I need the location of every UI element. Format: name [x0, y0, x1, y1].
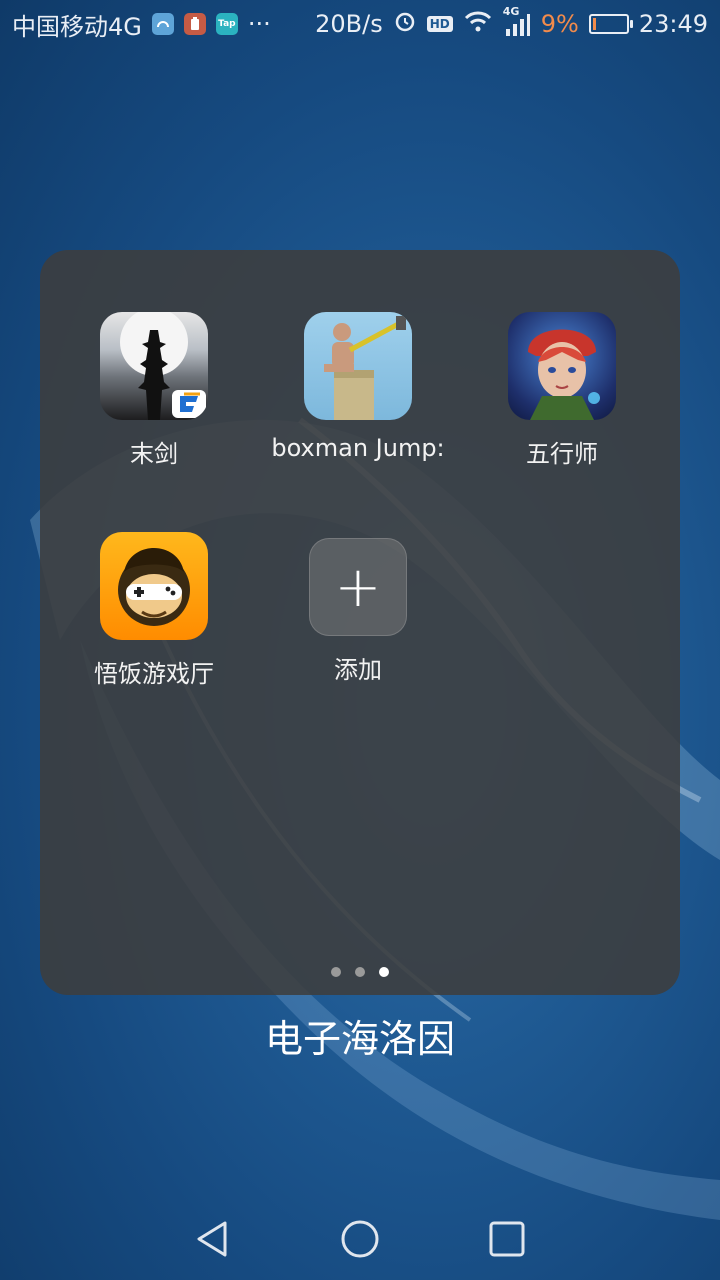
wuxingshi-app-icon — [508, 312, 616, 420]
folder-panel: 末剑 boxman Jump: 五行师 悟饭游戏厅 + 添加 — [40, 250, 680, 995]
navigation-bar — [0, 1198, 720, 1280]
home-icon[interactable] — [330, 1209, 390, 1269]
app-label: 末剑 — [130, 440, 178, 468]
app-wufan[interactable]: 悟饭游戏厅 — [54, 532, 254, 689]
add-app-button[interactable]: + 添加 — [258, 532, 458, 685]
mojian-app-icon — [100, 312, 208, 420]
back-icon[interactable] — [183, 1209, 243, 1269]
app-label: 悟饭游戏厅 — [94, 660, 214, 688]
page-dot — [331, 967, 341, 977]
battery-icon — [588, 14, 633, 34]
net-speed: 20B/s — [315, 10, 383, 38]
app-wuxingshi[interactable]: 五行师 — [462, 312, 662, 469]
hd-voice-badge: HD — [426, 16, 453, 32]
app-label: boxman Jump: — [271, 434, 445, 462]
wufan-app-icon — [100, 532, 208, 640]
add-label: 添加 — [334, 656, 382, 684]
page-dot — [379, 967, 389, 977]
page-indicator — [40, 967, 680, 977]
signal-icon: 4G — [503, 5, 531, 37]
more-notifications-icon: ··· — [247, 10, 271, 38]
battery-percent: 9% — [540, 10, 579, 38]
folder-title[interactable]: 电子海洛因 — [0, 1008, 720, 1063]
page-dot — [355, 967, 365, 977]
carrier-label: 中国移动4G — [12, 12, 142, 41]
recents-icon[interactable] — [477, 1209, 537, 1269]
browser-icon — [151, 13, 174, 35]
clock: 23:49 — [638, 10, 708, 38]
app-label: 五行师 — [526, 440, 598, 468]
alarm-icon — [393, 9, 417, 39]
status-bar: 中国移动4G Tap ··· 20B/s HD 4G 9% 23:49 — [0, 0, 720, 48]
wifi-icon — [463, 9, 493, 39]
battery-saver-icon — [183, 13, 206, 35]
plus-icon: + — [309, 538, 407, 636]
app-boxman-jump[interactable]: boxman Jump: — [258, 312, 458, 462]
battery-level-fill — [592, 18, 596, 30]
app-mojian[interactable]: 末剑 — [54, 312, 254, 469]
taptap-icon: Tap — [215, 13, 238, 35]
boxman-jump-app-icon — [304, 312, 412, 420]
